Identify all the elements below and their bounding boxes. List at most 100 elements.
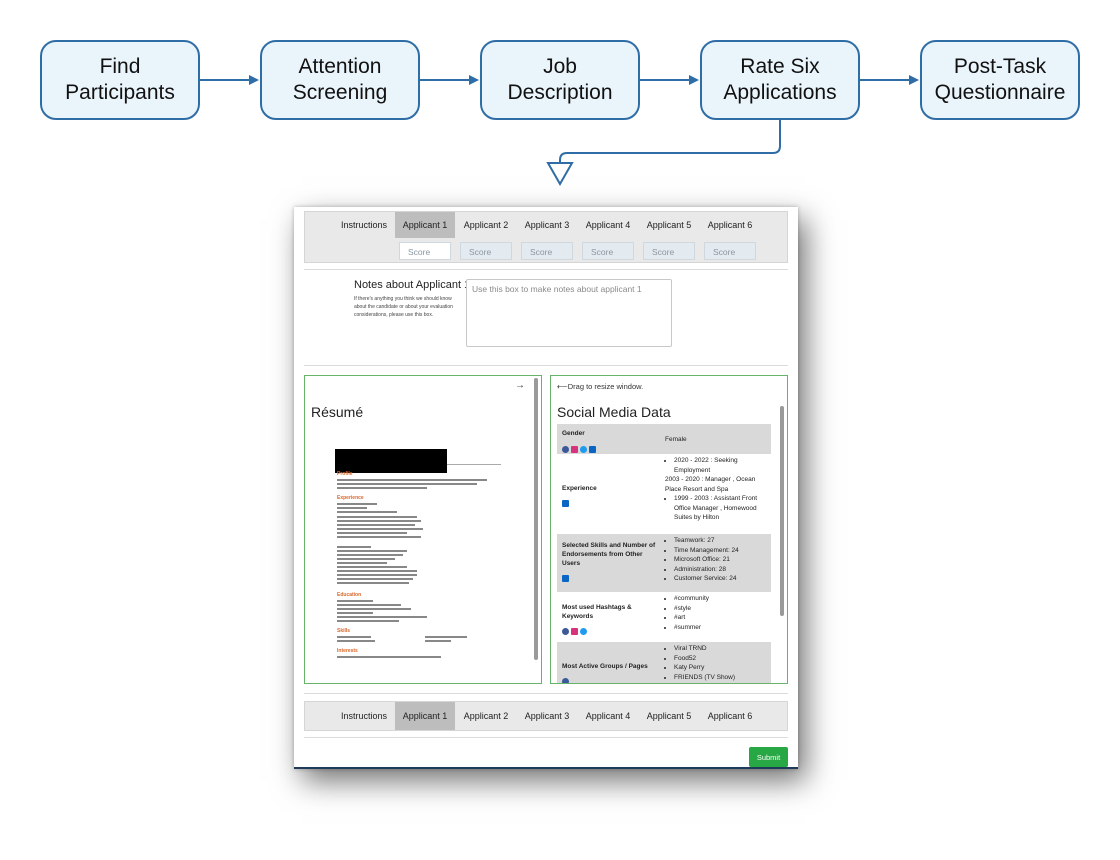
linkedin-icon: [562, 575, 569, 583]
list-item: #style: [674, 604, 773, 614]
resume-text-line: [425, 640, 451, 642]
notes-help-text: If there's anything you think we should …: [354, 296, 453, 318]
tab-instructions[interactable]: Instructions: [334, 702, 394, 730]
resume-heading-education: Education: [337, 592, 362, 598]
flow-step-rate-applications: Rate Six Applications: [700, 40, 860, 120]
resume-text-line: [337, 516, 417, 518]
row-label: Most Active Groups / Pages: [562, 663, 648, 670]
list-item: #art: [674, 613, 773, 623]
list-item: #community: [674, 594, 773, 604]
resume-text-line: [337, 578, 413, 580]
facebook-icon: [562, 678, 569, 683]
list-item: Administration: 28: [674, 565, 773, 575]
resume-title: Résumé: [311, 404, 364, 420]
tab-applicant-6[interactable]: Applicant 6: [700, 702, 760, 730]
flow-step-line: Participants: [65, 81, 175, 104]
score-input-applicant-5[interactable]: Score: [643, 242, 695, 260]
tab-applicant-4[interactable]: Applicant 4: [578, 212, 638, 238]
resume-text-line: [337, 620, 399, 622]
tab-applicant-1[interactable]: Applicant 1: [395, 212, 455, 238]
resume-text-line: [337, 507, 367, 509]
list-item: Customer Service: 24: [674, 574, 773, 584]
resume-text-line: [337, 487, 427, 489]
row-value-list: Viral TRND Food52 Katy Perry FRIENDS (TV…: [665, 644, 773, 682]
tab-applicant-3[interactable]: Applicant 3: [517, 702, 577, 730]
resume-text-line: [337, 558, 395, 560]
twitter-icon: [580, 446, 587, 454]
resume-heading-profile: Profile: [337, 471, 353, 477]
tab-applicant-5[interactable]: Applicant 5: [639, 702, 699, 730]
social-scrollbar[interactable]: [780, 406, 784, 616]
instagram-icon: [571, 446, 578, 454]
resume-heading-experience: Experience: [337, 495, 364, 501]
resume-heading-skills: Skills: [337, 628, 351, 634]
score-input-applicant-6[interactable]: Score: [704, 242, 756, 260]
score-input-applicant-1[interactable]: Score: [399, 242, 451, 260]
drag-resize-hint[interactable]: ⟵Drag to resize window.: [557, 382, 643, 391]
social-row-experience: Experience 2020 - 2022 : Seeking Employm…: [557, 454, 771, 534]
tab-applicant-3[interactable]: Applicant 3: [517, 212, 577, 238]
flow-step-find-participants: Find Participants: [40, 40, 200, 120]
facebook-icon: [562, 446, 569, 454]
resume-text-line: [337, 636, 371, 638]
score-input-applicant-2[interactable]: Score: [460, 242, 512, 260]
list-item: FRIENDS (TV Show): [674, 673, 773, 683]
resume-text-line: [337, 600, 373, 602]
resume-text-line: [337, 656, 441, 658]
resume-text-line: [337, 511, 397, 513]
expand-arrow-icon[interactable]: →: [515, 380, 525, 391]
list-item: 2020 - 2022 : Seeking Employment: [674, 456, 773, 475]
tab-applicant-6[interactable]: Applicant 6: [700, 212, 760, 238]
resume-text-line: [337, 604, 401, 606]
resume-text-line: [337, 479, 487, 481]
list-item: Time Management: 24: [674, 546, 773, 556]
social-row-skills: Selected Skills and Number of Endorsemen…: [557, 534, 771, 592]
tab-applicant-4[interactable]: Applicant 4: [578, 702, 638, 730]
social-row-gender: Gender Female: [557, 424, 771, 454]
resume-scrollbar[interactable]: [534, 378, 538, 660]
resume-text-line: [337, 503, 377, 505]
flow-step-line: Rate Six: [740, 55, 820, 78]
resume-text-line: [337, 524, 415, 526]
resume-text-line: [337, 608, 411, 610]
facebook-icon: [562, 628, 569, 636]
resume-text-line: [425, 636, 467, 638]
resume-text-line: [337, 546, 371, 548]
score-input-applicant-4[interactable]: Score: [582, 242, 634, 260]
flow-step-attention-screening: Attention Screening: [260, 40, 420, 120]
resume-text-line: [337, 554, 403, 556]
list-item: 1999 - 2003 : Assistant Front Office Man…: [674, 494, 773, 523]
resume-text-line: [337, 536, 421, 538]
submit-button[interactable]: Submit: [749, 747, 788, 767]
tab-instructions[interactable]: Instructions: [334, 212, 394, 238]
resume-text-line: [337, 570, 417, 572]
score-input-applicant-3[interactable]: Score: [521, 242, 573, 260]
tab-applicant-2[interactable]: Applicant 2: [456, 702, 516, 730]
resume-heading-interests: Interests: [337, 648, 358, 654]
tab-applicant-1[interactable]: Applicant 1: [395, 702, 455, 730]
resume-text-line: [337, 532, 407, 534]
list-item: 2003 - 2020 : Manager , Ocean Place Reso…: [665, 476, 756, 493]
row-value-list: Teamwork: 27 Time Management: 24 Microso…: [665, 536, 773, 584]
redaction-block: [335, 449, 447, 473]
resume-text-line: [337, 520, 421, 522]
list-item: #summer: [674, 623, 773, 633]
flow-step-line: Screening: [292, 81, 388, 104]
resume-text-line: [337, 528, 423, 530]
list-item: Food52: [674, 654, 773, 664]
social-row-hashtags: Most used Hashtags & Keywords #community…: [557, 592, 771, 642]
linkedin-icon: [562, 500, 569, 508]
rating-interface-screenshot: Instructions Applicant 1 Applicant 2 App…: [294, 207, 798, 769]
divider: [304, 693, 788, 694]
notes-textarea[interactable]: Use this box to make notes about applica…: [466, 279, 672, 347]
row-label: Most used Hashtags & Keywords: [562, 604, 632, 620]
resume-text-line: [337, 483, 477, 485]
flow-connector-down: [559, 120, 781, 163]
flow-step-line: Job: [543, 55, 577, 78]
social-row-groups: Most Active Groups / Pages Viral TRND Fo…: [557, 642, 773, 683]
list-item: Microsoft Office: 21: [674, 555, 773, 565]
applicant-tab-bar-bottom: Instructions Applicant 1 Applicant 2 App…: [304, 701, 788, 731]
tab-applicant-5[interactable]: Applicant 5: [639, 212, 699, 238]
list-item: Teamwork: 27: [674, 536, 773, 546]
tab-applicant-2[interactable]: Applicant 2: [456, 212, 516, 238]
